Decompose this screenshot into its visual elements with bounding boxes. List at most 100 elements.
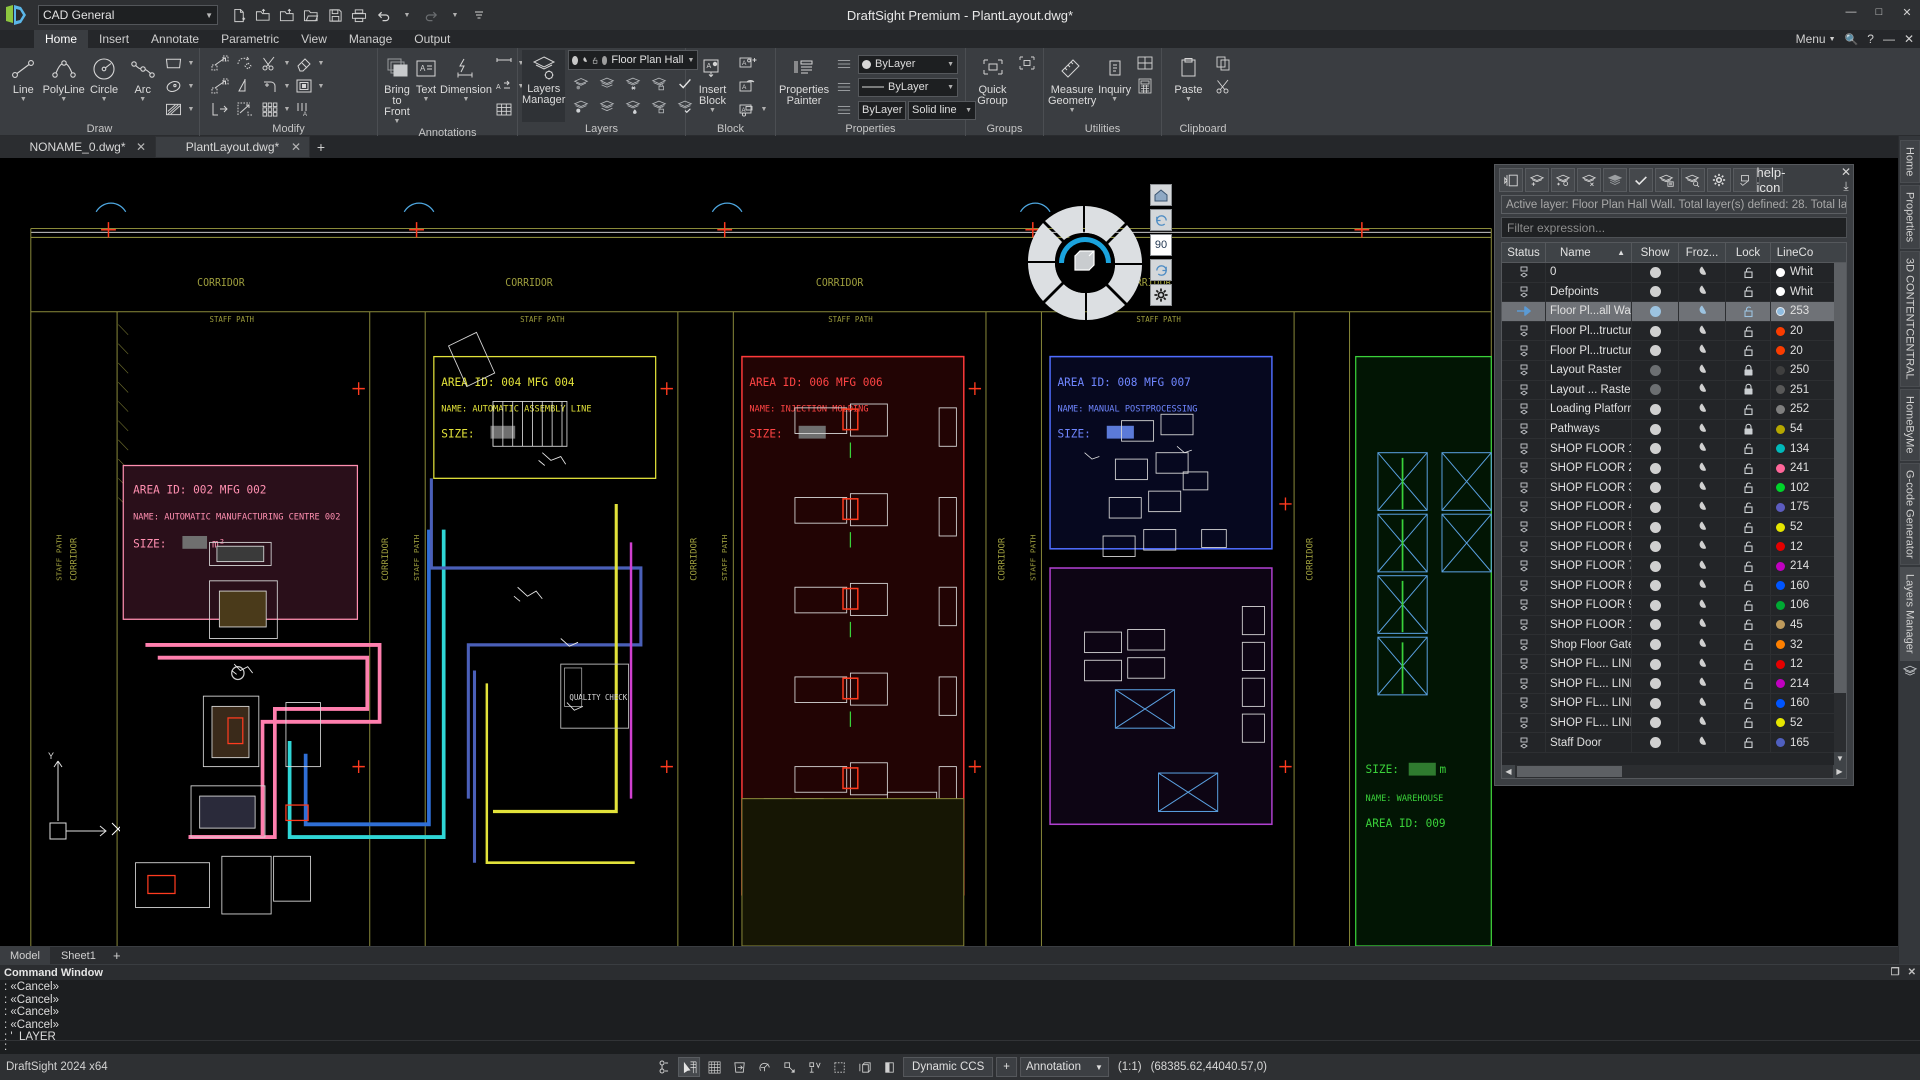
panel-toggle-icon[interactable] xyxy=(1499,168,1523,192)
tab-manage[interactable]: Manage xyxy=(338,30,403,48)
table-row[interactable]: 0 Whit xyxy=(1502,263,1846,283)
define-attribute-icon[interactable]: A xyxy=(735,52,759,74)
measure-geometry-button[interactable]: Measure Geometry ▼ xyxy=(1048,51,1096,115)
quick-props-icon[interactable] xyxy=(878,1057,900,1077)
show-icon[interactable] xyxy=(1632,556,1679,576)
layer-unlock-icon[interactable] xyxy=(646,95,671,117)
layer-name-cell[interactable]: SHOP FLOOR 6 xyxy=(1546,537,1632,556)
table-row[interactable]: SHOP FL... LINE 2 214 xyxy=(1502,674,1846,695)
layer-name-cell[interactable]: SHOP FLOOR 7 xyxy=(1546,556,1632,576)
table-row[interactable]: Shop Floor Gate 32 xyxy=(1502,635,1846,655)
inquiry-button[interactable]: Inquiry ▼ xyxy=(1096,51,1133,104)
etrack-icon[interactable] xyxy=(803,1057,825,1077)
show-icon[interactable] xyxy=(1632,694,1679,713)
unlock-icon[interactable] xyxy=(1726,517,1771,537)
line-color-cell[interactable]: 106 xyxy=(1771,596,1819,615)
show-icon[interactable] xyxy=(1632,733,1679,752)
show-icon[interactable] xyxy=(1632,400,1679,419)
layer-merge-icon[interactable] xyxy=(594,72,619,94)
unlock-icon[interactable] xyxy=(1726,439,1771,458)
unlock-icon[interactable] xyxy=(1726,282,1771,302)
properties-painter-button[interactable]: Properties Painter xyxy=(779,51,829,107)
show-icon[interactable] xyxy=(1632,458,1679,478)
command-history[interactable]: : «Cancel» : «Cancel» : «Cancel» : «Canc… xyxy=(0,980,1920,1040)
scale-icon[interactable] xyxy=(233,98,257,120)
freeze-icon[interactable] xyxy=(1679,478,1726,498)
table-row[interactable]: SHOP FLOOR 4 175 xyxy=(1502,498,1846,518)
print-icon[interactable] xyxy=(348,4,370,26)
layer-name-cell[interactable]: SHOP FLOOR 1 xyxy=(1546,439,1632,458)
settings-icon[interactable] xyxy=(1707,168,1731,192)
save-icon[interactable] xyxy=(324,4,346,26)
snap-ref-icon[interactable] xyxy=(653,1057,675,1077)
align-icon[interactable]: A xyxy=(292,98,316,120)
freeze-icon[interactable] xyxy=(1679,400,1726,419)
grid-icon[interactable] xyxy=(703,1057,725,1077)
show-icon[interactable] xyxy=(1632,439,1679,458)
h-scroll-thumb[interactable] xyxy=(1517,766,1622,777)
column-linecolor[interactable]: LineCo xyxy=(1771,243,1819,262)
freeze-icon[interactable] xyxy=(1679,635,1726,654)
layer-name-cell[interactable]: SHOP FL... LINE 3 xyxy=(1546,694,1632,713)
show-icon[interactable] xyxy=(1632,282,1679,302)
layer-name-cell[interactable]: SHOP FL... LINE 2 xyxy=(1546,674,1632,694)
chevron-down-icon[interactable]: ▼ xyxy=(283,83,291,90)
unlock-icon[interactable] xyxy=(1726,733,1771,752)
table-row[interactable]: SHOP FL... LINE 1 12 xyxy=(1502,654,1846,675)
scroll-left-button[interactable]: ◀ xyxy=(1502,765,1515,778)
merge-layers-icon[interactable] xyxy=(1603,168,1627,192)
lineweight-list-icon[interactable] xyxy=(832,99,856,121)
show-icon[interactable] xyxy=(1632,419,1679,439)
unlock-icon[interactable] xyxy=(1726,674,1771,694)
tab-view[interactable]: View xyxy=(290,30,338,48)
freeze-icon[interactable] xyxy=(1679,556,1726,576)
layer-icon[interactable] xyxy=(1502,694,1546,713)
mirror-icon[interactable] xyxy=(233,75,257,97)
table-row[interactable]: Floor Pl...tructure 20 xyxy=(1502,321,1846,342)
polyline-button[interactable]: PolyLine ▼ xyxy=(43,51,85,104)
close-icon[interactable]: ✕ xyxy=(1908,967,1916,978)
line-color-cell[interactable]: 32 xyxy=(1771,635,1819,654)
freeze-icon[interactable] xyxy=(1679,380,1726,400)
layer-name-cell[interactable]: Floor Pl...all Wall xyxy=(1546,302,1632,321)
line-color-cell[interactable]: 241 xyxy=(1771,459,1819,478)
rotate-icon[interactable] xyxy=(233,52,257,74)
chevron-down-icon[interactable]: ▼ xyxy=(1185,96,1192,104)
scroll-down-button[interactable]: ▼ xyxy=(1834,752,1846,765)
layer-name-cell[interactable]: SHOP FLOOR 10 xyxy=(1546,615,1632,635)
line-color-cell[interactable]: 253 xyxy=(1771,302,1819,321)
lock-icon[interactable] xyxy=(1726,419,1771,439)
freeze-icon[interactable] xyxy=(1679,713,1726,733)
chevron-down-icon[interactable]: ▼ xyxy=(396,4,418,26)
chevron-down-icon[interactable]: ▼ xyxy=(463,96,470,104)
freeze-icon[interactable] xyxy=(1679,733,1726,752)
unlock-icon[interactable] xyxy=(1726,400,1771,419)
close-button[interactable]: ✕ xyxy=(1898,4,1916,20)
chevron-down-icon[interactable]: ▼ xyxy=(709,107,716,115)
tab-parametric[interactable]: Parametric xyxy=(210,30,290,48)
cut-clip-icon[interactable] xyxy=(1211,75,1235,97)
unlock-icon[interactable] xyxy=(1726,713,1771,733)
layer-icon[interactable] xyxy=(1502,733,1546,752)
quick-group-button[interactable]: Quick Group xyxy=(970,51,1015,107)
vtab-home[interactable]: Home xyxy=(1899,140,1920,184)
unlock-icon[interactable] xyxy=(1726,654,1771,674)
freeze-icon[interactable] xyxy=(1679,282,1726,302)
layer-icon[interactable] xyxy=(1502,419,1546,439)
lineweight-combo[interactable]: ByLayer xyxy=(858,100,906,120)
layer-icon[interactable] xyxy=(1502,478,1546,498)
copy-clip-icon[interactable] xyxy=(1211,52,1235,74)
workspace-combo[interactable]: CAD General ▼ xyxy=(38,5,218,25)
new-file-icon[interactable] xyxy=(228,4,250,26)
layer-name-cell[interactable]: SHOP FL... LINE 1 xyxy=(1546,654,1632,674)
move-icon[interactable] xyxy=(208,52,232,74)
layer-freeze-icon[interactable] xyxy=(620,72,645,94)
insert-block-button[interactable]: A Insert Block ▼ xyxy=(690,51,735,115)
chevron-down-icon[interactable]: ▼ xyxy=(947,84,954,91)
command-input[interactable]: : xyxy=(0,1040,1920,1054)
add-sheet-button[interactable]: + xyxy=(107,947,127,964)
show-icon[interactable] xyxy=(1632,674,1679,694)
doc-tab-noname[interactable]: NONAME_0.dwg* ✕ xyxy=(0,136,155,158)
show-icon[interactable] xyxy=(572,55,578,65)
current-layer-icon[interactable] xyxy=(1502,302,1546,321)
